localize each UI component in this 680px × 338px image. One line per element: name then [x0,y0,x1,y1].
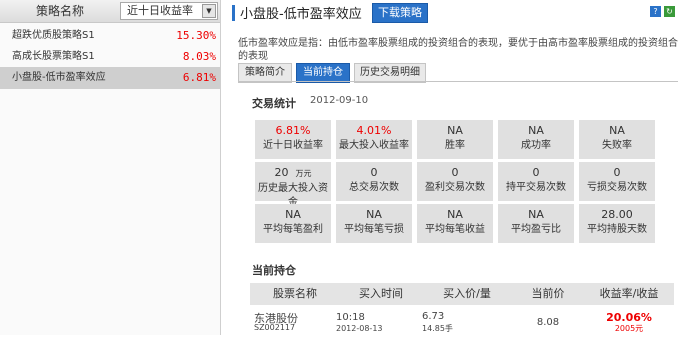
stat-label: 最大投入收益率 [339,140,409,151]
stat-value: 0 [451,166,459,179]
stat-label: 失败率 [602,140,632,151]
page-title: 小盘股-低市盈率效应 [240,7,362,22]
strategy-detail-panel: 小盘股-低市盈率效应 下载策略 ? ↻ 低市盈率效应是指：由低市盈率股票组成的投… [230,0,680,335]
stat-cell-avg-return: NA 平均每笔收益 [417,204,493,243]
stat-cell-win-rate: NA 胜率 [417,120,493,159]
holdings-title: 当前持仓 [252,264,296,277]
holdings-row[interactable]: 东港股份 SZ002117 10:18 2012-08-13 6.73 14.8… [250,308,674,338]
stat-label: 近十日收益率 [263,140,323,151]
strategy-list-panel: 策略名称 近十日收益率 ▼ 超跌优质股策略S1 15.30% 高成长股票策略S1… [0,0,221,335]
col-return: 收益率/收益 [599,287,659,300]
stat-value: NA [528,124,544,137]
stat-label: 胜率 [445,140,465,151]
strategy-name: 超跌优质股策略S1 [12,30,95,41]
stat-cell-profit-loss-ratio: NA 平均盈亏比 [498,204,574,243]
stat-value: NA [285,208,301,221]
stat-cell-max-return: 4.01% 最大投入收益率 [336,120,412,159]
col-buy-price-volume: 买入价/量 [443,287,491,300]
stat-label: 平均盈亏比 [511,224,561,235]
col-current-price: 当前价 [531,287,565,300]
stat-value: NA [447,124,463,137]
tab-current-holdings[interactable]: 当前持仓 [296,63,350,83]
stat-label: 盈利交易次数 [425,182,485,193]
stat-value-with-unit: 20 万元 [255,166,331,180]
stat-value: 28.00 [601,208,633,221]
col-buy-time: 买入时间 [359,287,403,300]
current-price: 8.08 [536,317,560,328]
tab-divider [238,81,678,82]
title-accent-bar [232,5,235,21]
stat-value: NA [366,208,382,221]
sort-select-label: 近十日收益率 [127,4,193,17]
strategy-return: 6.81% [182,71,216,84]
stat-cell-losing-trades: 0 亏损交易次数 [579,162,655,201]
detail-titlebar: 小盘股-低市盈率效应 下载策略 ? ↻ [230,0,680,26]
stat-value: NA [528,208,544,221]
stats-title: 交易统计 [252,97,296,110]
stat-label: 持平交易次数 [506,182,566,193]
buy-price: 6.73 [422,311,445,322]
stat-label: 成功率 [521,140,551,151]
stat-value: 0 [613,166,621,179]
strategy-row[interactable]: 超跌优质股策略S1 15.30% [0,25,220,47]
tab-trade-history[interactable]: 历史交易明细 [354,63,426,83]
chevron-down-icon[interactable]: ▼ [202,4,216,18]
col-strategy-name: 策略名称 [35,4,84,18]
stat-value: 0 [532,166,540,179]
stat-label: 平均每笔收益 [425,224,485,235]
stat-label: 平均持股天数 [587,224,647,235]
tab-strategy-intro[interactable]: 策略简介 [238,63,292,83]
stat-value: 6.81% [275,124,311,137]
strategy-return: 15.30% [176,29,216,42]
stat-value: NA [447,208,463,221]
stat-cell-10day-return: 6.81% 近十日收益率 [255,120,331,159]
strategy-name: 高成长股票策略S1 [12,51,95,62]
stat-cell-avg-profit: NA 平均每笔盈利 [255,204,331,243]
stat-label: 总交易次数 [349,182,399,193]
help-icon[interactable]: ? [650,6,661,17]
strategy-return: 8.03% [182,50,216,63]
stock-code: SZ002117 [254,323,296,332]
stat-cell-avg-loss: NA 平均每笔亏损 [336,204,412,243]
strategy-list-header: 策略名称 近十日收益率 ▼ [0,0,220,23]
stat-value: NA [609,124,625,137]
stat-cell-success-rate: NA 成功率 [498,120,574,159]
strategy-row-selected[interactable]: 小盘股-低市盈率效应 6.81% [0,67,220,89]
stat-cell-winning-trades: 0 盈利交易次数 [417,162,493,201]
strategy-name: 小盘股-低市盈率效应 [12,72,106,83]
stats-date: 2012-09-10 [310,95,369,106]
buy-volume: 14.85手 [422,324,453,333]
return-amount: 2005元 [614,324,644,333]
stat-label: 平均每笔盈利 [263,224,323,235]
stat-value: 4.01% [356,124,392,137]
holdings-table-header: 股票名称 买入时间 买入价/量 当前价 收益率/收益 [250,283,674,305]
stat-cell-max-capital: 20 万元 历史最大投入资金 [255,162,331,208]
download-strategy-button[interactable]: 下载策略 [372,3,428,23]
buy-time: 10:18 [336,312,365,323]
stat-cell-total-trades: 0 总交易次数 [336,162,412,201]
stat-label: 亏损交易次数 [587,182,647,193]
strategy-description: 低市盈率效应是指：由低市盈率股票组成的投资组合的表现，要优于由高市盈率股票组成的… [238,38,678,62]
strategy-row[interactable]: 高成长股票策略S1 8.03% [0,46,220,68]
refresh-icon[interactable]: ↻ [664,6,675,17]
stat-unit: 万元 [295,169,312,178]
stat-cell-failure-rate: NA 失败率 [579,120,655,159]
sort-select[interactable]: 近十日收益率 ▼ [120,2,218,20]
stat-label: 平均每笔亏损 [344,224,404,235]
stat-value: 20 [274,166,289,179]
stat-value: 0 [370,166,378,179]
buy-date: 2012-08-13 [336,324,383,333]
col-stock-name: 股票名称 [273,287,317,300]
stat-cell-avg-holding-days: 28.00 平均持股天数 [579,204,655,243]
stat-cell-flat-trades: 0 持平交易次数 [498,162,574,201]
